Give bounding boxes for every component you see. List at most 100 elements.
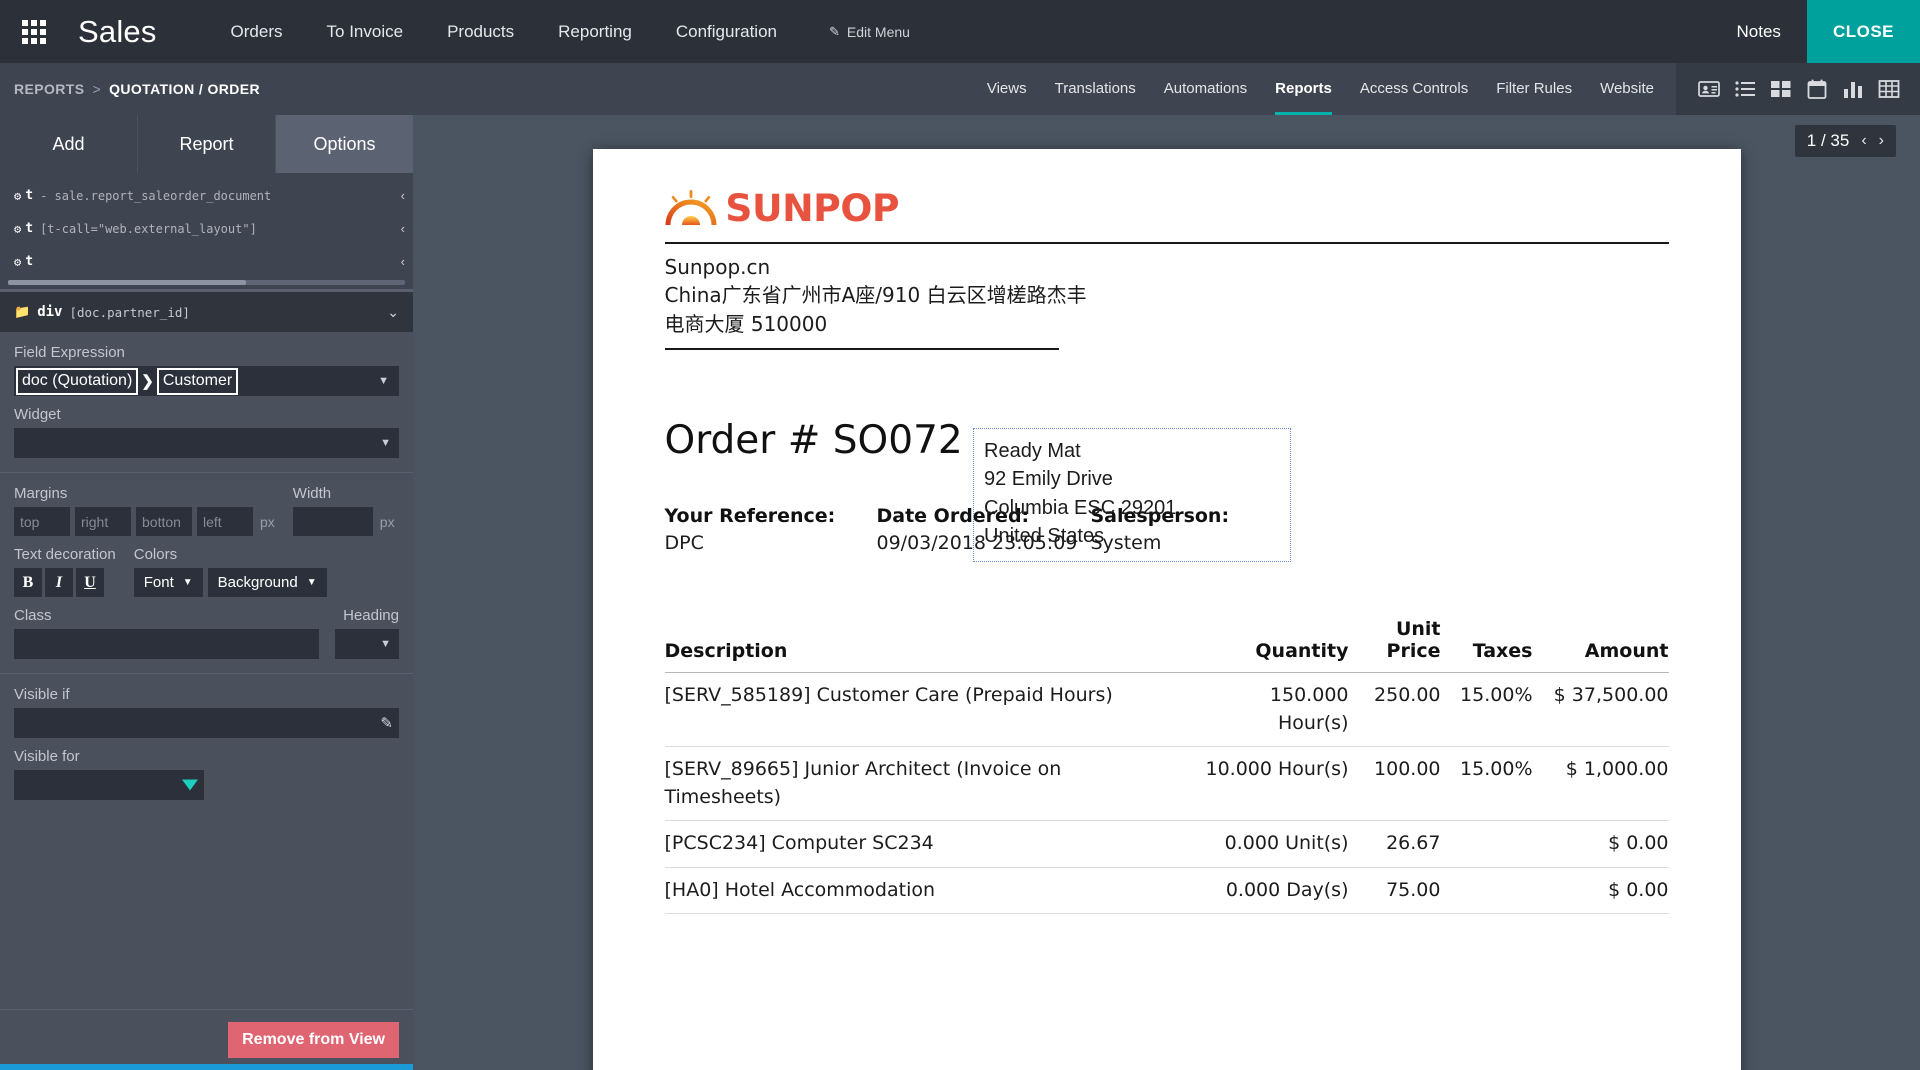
next-page-button[interactable]: › xyxy=(1879,132,1884,150)
bold-button[interactable]: B xyxy=(14,568,42,597)
tab-translations[interactable]: Translations xyxy=(1041,63,1150,115)
cell-amount: $ 1,000.00 xyxy=(1532,746,1669,822)
tab-filter-rules[interactable]: Filter Rules xyxy=(1482,63,1586,115)
nav-item-orders[interactable]: Orders xyxy=(209,0,305,63)
chevron-down-icon[interactable]: ⌄ xyxy=(387,304,399,321)
visible-for-select[interactable] xyxy=(14,770,204,800)
breadcrumb-separator: > xyxy=(92,81,102,97)
customer-address-line: Columbia ESC 29201 xyxy=(984,496,1177,519)
notes-button[interactable]: Notes xyxy=(1711,0,1807,63)
list-icon[interactable] xyxy=(1734,78,1756,100)
apps-menu-button[interactable] xyxy=(0,0,68,63)
chevron-left-icon[interactable]: ‹ xyxy=(401,188,405,203)
cell-description: [SERV_585189] Customer Care (Prepaid Hou… xyxy=(664,672,1197,748)
chevron-down-icon[interactable]: ▼ xyxy=(378,375,397,387)
company-address-line: China广东省广州市A座/910 白云区增槎路杰丰 xyxy=(664,283,1087,308)
margin-right-input[interactable] xyxy=(75,507,131,536)
margin-bottom-input[interactable] xyxy=(136,507,192,536)
margins-label: Margins xyxy=(14,485,68,502)
tree-horizontal-scrollbar[interactable] xyxy=(8,280,405,285)
table-row: [SERV_585189] Customer Care (Prepaid Hou… xyxy=(664,672,1669,748)
class-group: Class xyxy=(14,607,319,659)
chevron-left-icon[interactable]: ‹ xyxy=(401,254,405,269)
graph-icon[interactable] xyxy=(1842,78,1864,100)
selected-node-row[interactable]: 📁 div [doc.partner_id] ⌄ xyxy=(0,292,413,332)
nav-item-reporting[interactable]: Reporting xyxy=(536,0,654,63)
cell-taxes: 15.00% xyxy=(1440,672,1533,748)
class-input[interactable] xyxy=(14,629,319,659)
order-lines-table: Description Quantity Unit Price Taxes Am… xyxy=(664,618,1669,915)
gear-icon: ⚙ xyxy=(14,254,22,269)
font-color-button[interactable]: Font ▼ xyxy=(133,568,203,597)
width-input[interactable] xyxy=(292,507,373,536)
field-chip-model[interactable]: doc (Quotation) xyxy=(16,367,139,395)
remove-from-view-button[interactable]: Remove from View xyxy=(228,1022,399,1058)
background-color-button[interactable]: Background ▼ xyxy=(207,568,327,597)
sidebar-footer: Remove from View xyxy=(0,1009,413,1070)
node-tree: ⚙ t - sale.report_saleorder_document ‹ ⚙… xyxy=(0,173,413,292)
tab-reports[interactable]: Reports xyxy=(1261,63,1346,115)
field-expression-input[interactable]: doc (Quotation) ❯ Customer ▼ xyxy=(14,366,399,396)
tree-row[interactable]: ⚙ t [t-call="web.external_layout"] ‹ xyxy=(0,212,413,245)
nav-item-configuration[interactable]: Configuration xyxy=(654,0,799,63)
pager-counter: 1 / 35 xyxy=(1806,131,1850,150)
customer-address-line: 92 Emily Drive xyxy=(984,468,1113,491)
tab-website[interactable]: Website xyxy=(1586,63,1668,115)
margin-left-input[interactable] xyxy=(197,507,253,536)
background-color-label: Background xyxy=(217,574,298,591)
visible-if-input[interactable] xyxy=(14,708,399,738)
gear-icon: ⚙ xyxy=(14,188,22,203)
calendar-icon[interactable] xyxy=(1806,78,1828,100)
contact-card-icon[interactable] xyxy=(1698,78,1720,100)
chevron-down-icon: ▼ xyxy=(380,437,391,449)
table-row: [HA0] Hotel Accommodation 0.000 Day(s) 7… xyxy=(664,867,1669,915)
tree-node-name: t xyxy=(25,254,34,269)
tree-row[interactable]: ⚙ t - sale.report_saleorder_document ‹ xyxy=(0,179,413,212)
pencil-icon[interactable]: ✎ xyxy=(380,714,393,732)
margin-top-input[interactable] xyxy=(14,507,70,536)
report-editor-sidebar: Add Report Options ⚙ t - sale.report_sal… xyxy=(0,115,413,1070)
edit-menu-button[interactable]: ✎ Edit Menu xyxy=(829,24,910,40)
report-page: SUNPOP Sunpop.cn China广东省广州市A座/910 白云区增槎… xyxy=(592,149,1741,1070)
tab-views[interactable]: Views xyxy=(973,63,1041,115)
selected-node-name: div xyxy=(37,304,63,320)
nav-item-to-invoice[interactable]: To Invoice xyxy=(305,0,426,63)
underline-button[interactable]: U xyxy=(76,568,104,597)
sidebar-tab-report[interactable]: Report xyxy=(138,115,276,173)
colors-group: Colors Font ▼ Background ▼ xyxy=(133,538,327,597)
company-address-line: Sunpop.cn xyxy=(664,255,771,279)
meta-your-reference: Your Reference: DPC xyxy=(665,505,877,554)
widget-select[interactable]: ▼ xyxy=(14,428,399,458)
field-chip-field[interactable]: Customer xyxy=(156,367,239,395)
pivot-icon[interactable] xyxy=(1878,78,1900,100)
cell-amount: $ 0.00 xyxy=(1532,820,1669,868)
prev-page-button[interactable]: ‹ xyxy=(1861,132,1866,150)
nav-item-products[interactable]: Products xyxy=(425,0,536,63)
width-group: Width px xyxy=(292,485,401,536)
text-decoration-label: Text decoration xyxy=(14,546,116,563)
table-header-row: Description Quantity Unit Price Taxes Am… xyxy=(664,618,1669,674)
widget-label: Widget xyxy=(14,406,61,423)
tab-access-controls[interactable]: Access Controls xyxy=(1346,63,1482,115)
kanban-icon[interactable] xyxy=(1770,78,1792,100)
tab-automations[interactable]: Automations xyxy=(1150,63,1261,115)
field-expression-panel: Field Expression doc (Quotation) ❯ Custo… xyxy=(0,332,413,473)
chevron-down-icon: ▼ xyxy=(306,577,317,588)
breadcrumb-reports[interactable]: REPORTS xyxy=(14,81,84,97)
customer-address-line: Ready Mat xyxy=(984,440,1081,462)
italic-button[interactable]: I xyxy=(45,568,73,597)
heading-select[interactable]: ▼ xyxy=(335,629,399,659)
visible-for-label: Visible for xyxy=(14,748,80,765)
folder-icon: 📁 xyxy=(14,304,31,320)
cell-description: [HA0] Hotel Accommodation xyxy=(664,867,1197,915)
main-nav: Orders To Invoice Products Reporting Con… xyxy=(209,0,799,63)
customer-address-box[interactable]: Ready Mat 92 Emily Drive Columbia ESC 29… xyxy=(973,428,1291,562)
chevron-left-icon[interactable]: ‹ xyxy=(401,221,405,236)
sidebar-tab-add[interactable]: Add xyxy=(0,115,138,173)
sidebar-tab-options[interactable]: Options xyxy=(276,115,413,173)
header-unit-price-line1: Unit xyxy=(1395,618,1441,641)
header-description: Description xyxy=(664,618,1197,674)
cell-taxes xyxy=(1440,820,1533,868)
tree-row[interactable]: ⚙ t ‹ xyxy=(0,245,413,278)
close-button[interactable]: CLOSE xyxy=(1806,0,1920,63)
